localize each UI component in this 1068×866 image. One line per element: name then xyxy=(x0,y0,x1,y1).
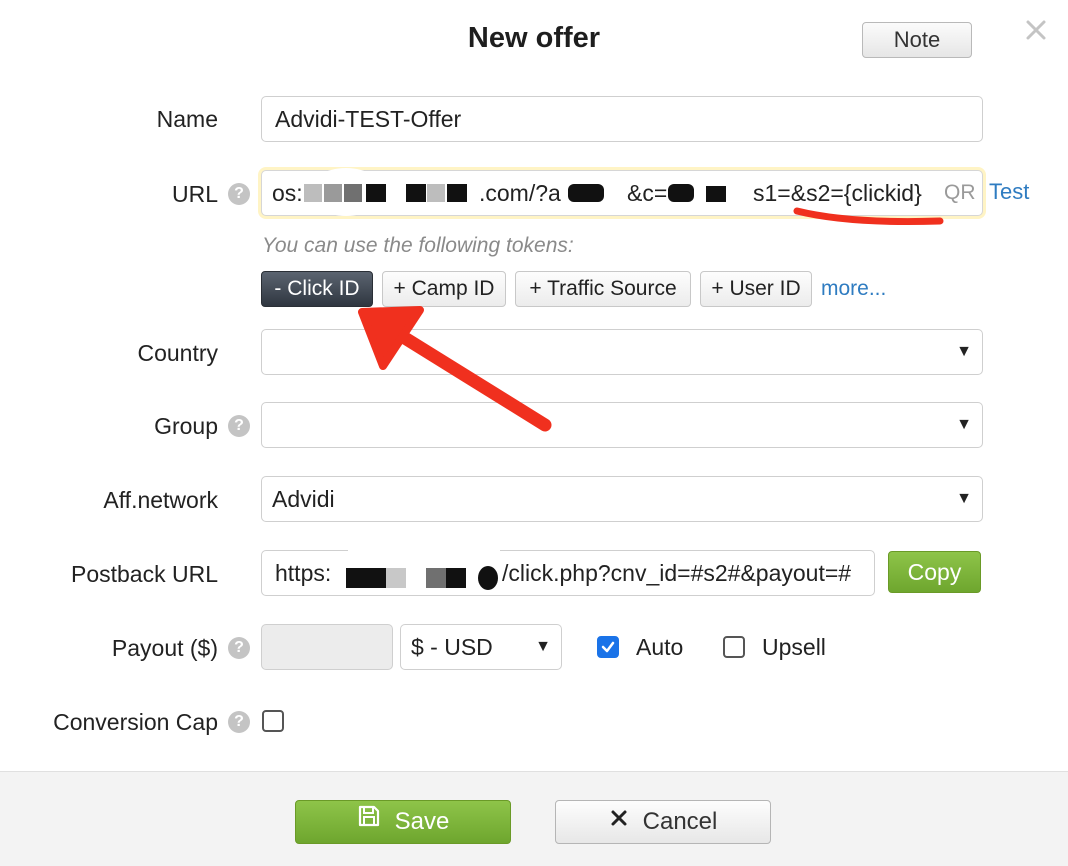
save-label: Save xyxy=(394,808,450,835)
close-icon xyxy=(609,800,629,842)
group-select[interactable]: ▼ xyxy=(261,402,983,448)
save-button[interactable]: Save xyxy=(295,800,511,844)
dialog-footer xyxy=(0,771,1068,866)
redaction-mask xyxy=(304,168,742,216)
payout-help-icon[interactable]: ? xyxy=(228,637,250,659)
qr-button[interactable]: QR xyxy=(944,171,976,215)
group-help-icon[interactable]: ? xyxy=(228,415,250,437)
cancel-label: Cancel xyxy=(642,808,718,835)
tokens-hint: You can use the following tokens: xyxy=(262,234,574,257)
country-label: Country xyxy=(137,340,218,366)
close-icon[interactable] xyxy=(1020,14,1052,46)
country-select[interactable]: ▼ xyxy=(261,329,983,375)
token-click-id[interactable]: - Click ID xyxy=(261,271,373,307)
auto-label: Auto xyxy=(636,634,684,660)
chevron-down-icon: ▼ xyxy=(956,416,972,433)
payout-amount-input[interactable] xyxy=(261,624,393,670)
token-camp-id[interactable]: + Camp ID xyxy=(382,271,506,307)
conversion-cap-help-icon[interactable]: ? xyxy=(228,711,250,733)
postback-value-suffix: /click.php?cnv_id=#s2#&payout=# xyxy=(502,560,852,586)
chevron-down-icon: ▼ xyxy=(956,343,972,360)
test-link[interactable]: Test xyxy=(989,179,1029,205)
conversion-cap-label: Conversion Cap xyxy=(53,709,218,735)
token-traffic-source[interactable]: + Traffic Source xyxy=(515,271,691,307)
name-label: Name xyxy=(156,106,218,132)
currency-select[interactable]: $ - USD ▼ xyxy=(400,624,562,670)
group-label: Group xyxy=(154,413,218,439)
more-tokens-link[interactable]: more... xyxy=(821,277,886,301)
url-help-icon[interactable]: ? xyxy=(228,183,250,205)
upsell-checkbox[interactable] xyxy=(723,636,745,658)
cancel-button[interactable]: Cancel xyxy=(555,800,771,844)
aff-network-label: Aff.network xyxy=(103,487,218,513)
note-button[interactable]: Note xyxy=(862,22,972,58)
postback-url-label: Postback URL xyxy=(70,561,218,587)
copy-button[interactable]: Copy xyxy=(888,551,981,593)
chevron-down-icon: ▼ xyxy=(535,638,551,655)
currency-value: $ - USD xyxy=(411,634,493,660)
upsell-label: Upsell xyxy=(762,634,826,660)
conversion-cap-checkbox[interactable] xyxy=(262,710,284,732)
token-user-id[interactable]: + User ID xyxy=(700,271,812,307)
url-value-suffix: s1=&s2={clickid} xyxy=(753,180,922,206)
redaction-mask xyxy=(346,550,500,594)
payout-label: Payout ($) xyxy=(111,635,218,661)
name-input[interactable]: Advidi-TEST-Offer xyxy=(261,96,983,142)
aff-network-value: Advidi xyxy=(272,486,335,512)
auto-checkbox[interactable] xyxy=(597,636,619,658)
name-input-value: Advidi-TEST-Offer xyxy=(275,106,462,132)
url-label: URL xyxy=(171,181,218,207)
save-icon xyxy=(357,800,381,842)
postback-value-prefix: https: xyxy=(275,560,332,586)
checkmark-icon xyxy=(601,641,615,653)
aff-network-select[interactable]: Advidi ▼ xyxy=(261,476,983,522)
chevron-down-icon: ▼ xyxy=(956,490,972,507)
